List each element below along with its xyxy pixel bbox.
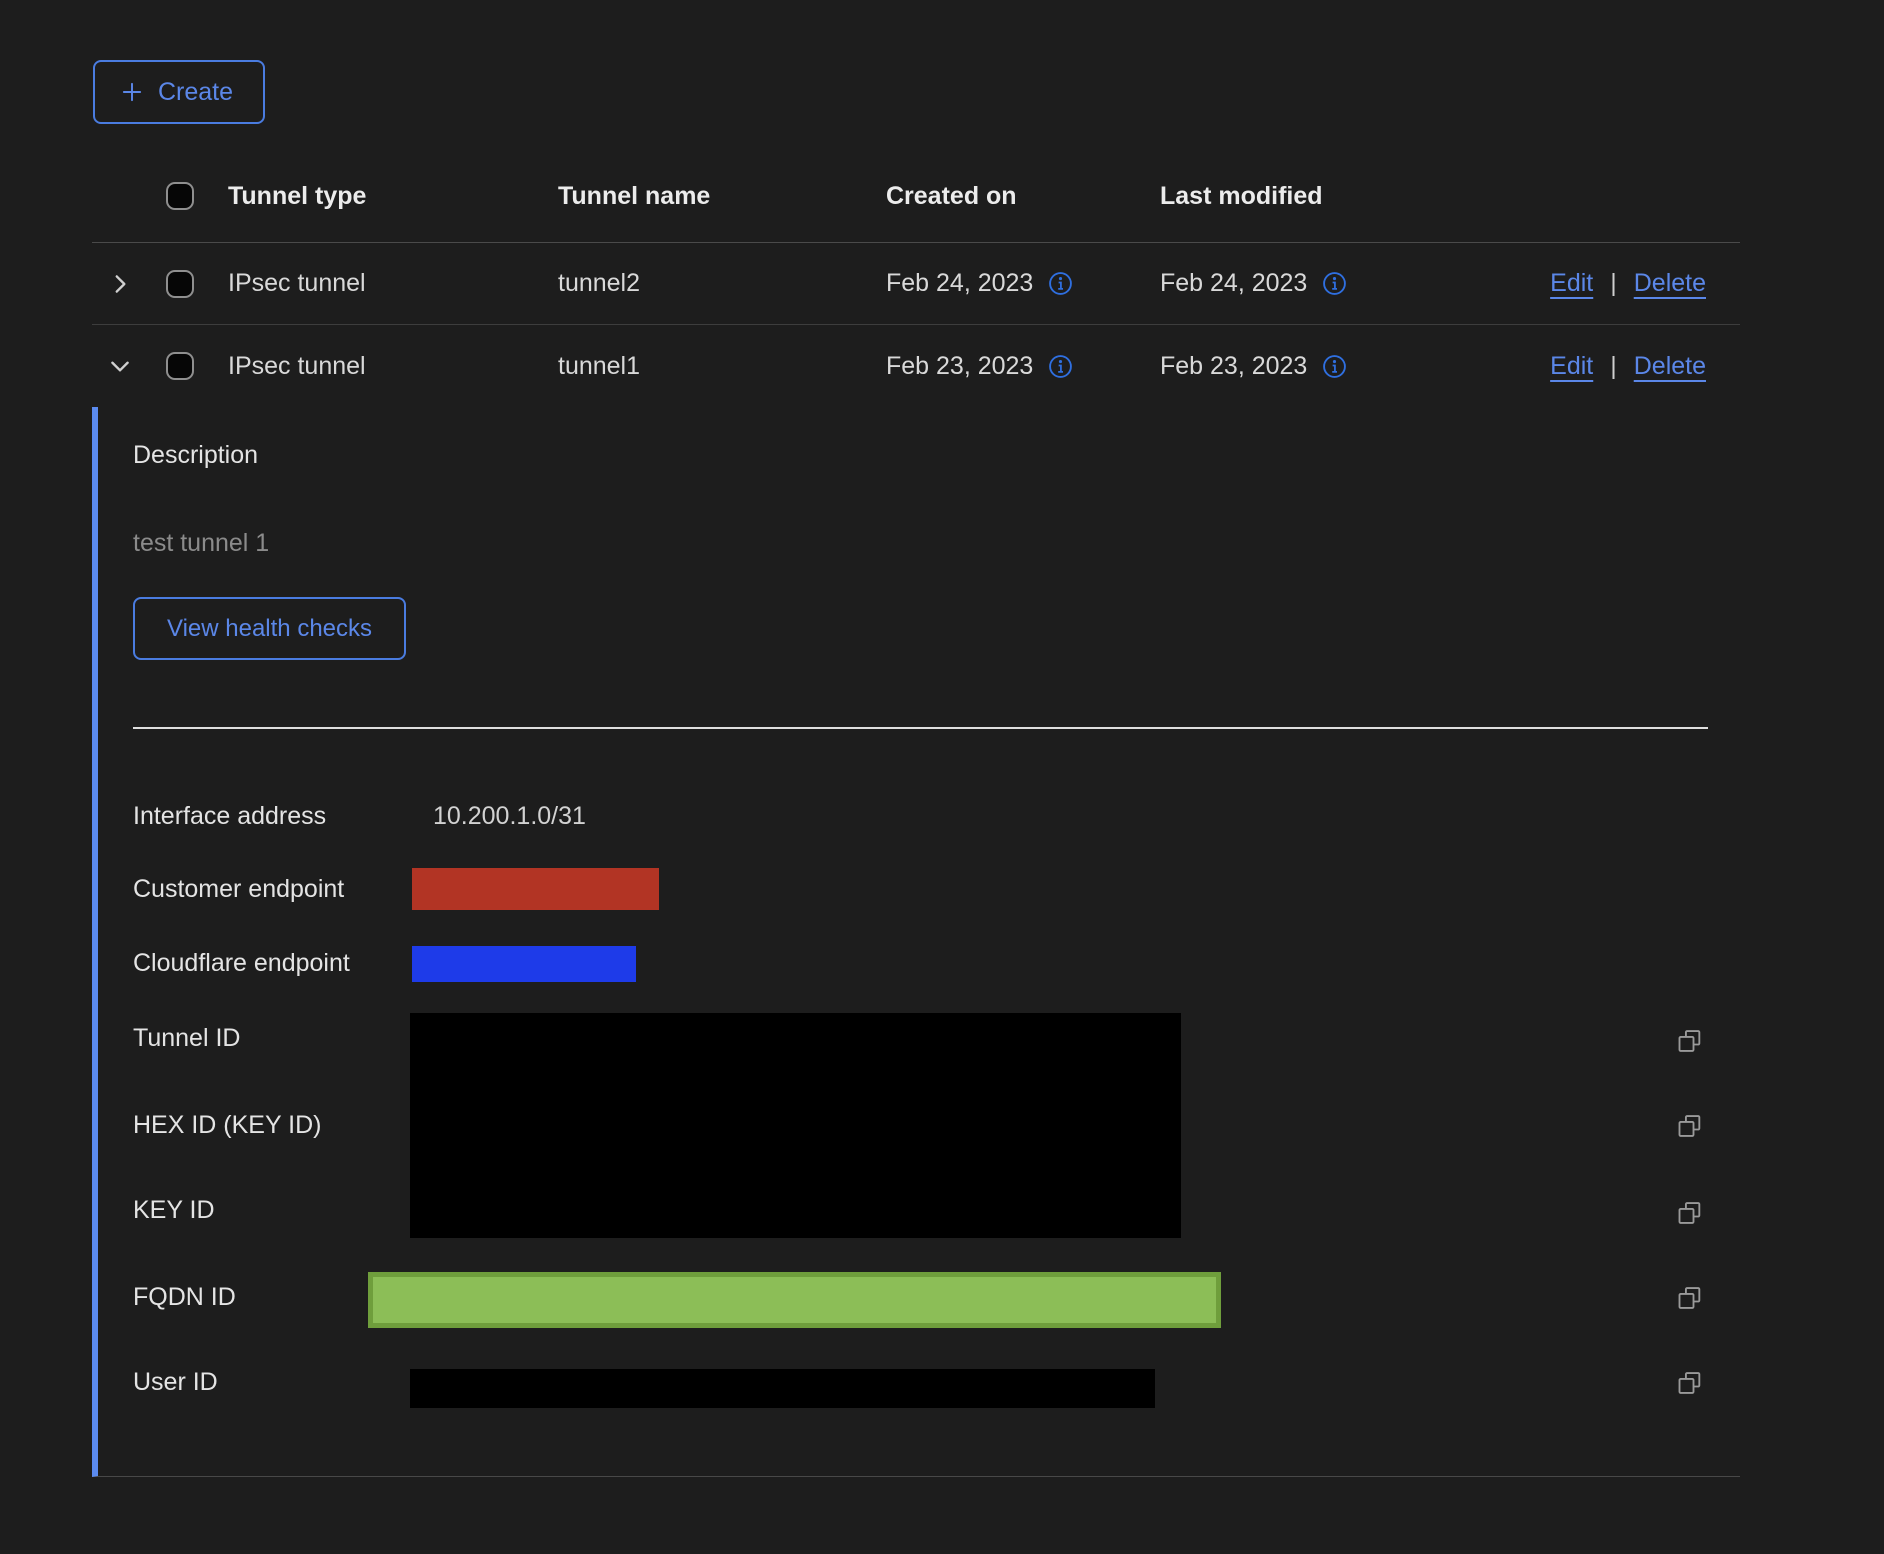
cloudflare-endpoint-label: Cloudflare endpoint [133,946,350,980]
tunnel-type-value: IPsec tunnel [212,269,542,298]
info-icon[interactable] [1048,354,1073,379]
cloudflare-endpoint-redacted-value [412,946,636,982]
edit-link[interactable]: Edit [1550,352,1593,381]
copy-icon[interactable] [1676,1112,1704,1140]
customer-endpoint-label: Customer endpoint [133,872,344,906]
created-on-value: Feb 23, 2023 [886,352,1033,381]
info-icon[interactable] [1048,271,1073,296]
ids-redacted-value [410,1013,1181,1238]
column-header-last-modified: Last modified [1144,182,1464,211]
user-id-redacted-value [410,1369,1155,1408]
create-button-label: Create [158,78,233,107]
column-header-tunnel-type: Tunnel type [212,182,542,211]
copy-icon[interactable] [1676,1027,1704,1055]
action-divider: | [1610,352,1617,381]
select-row-checkbox[interactable] [166,270,194,298]
customer-endpoint-redacted-value [412,868,659,910]
fqdn-id-redacted-value [368,1272,1221,1328]
tunnel-name-value: tunnel1 [542,352,870,381]
interface-address-label: Interface address [133,799,326,833]
delete-link[interactable]: Delete [1634,352,1706,381]
plus-icon [119,79,145,105]
edit-link[interactable]: Edit [1550,269,1593,298]
delete-link[interactable]: Delete [1634,269,1706,298]
key-id-label: KEY ID [133,1193,215,1227]
tunnel-table: Tunnel type Tunnel name Created on Last … [92,150,1740,1477]
view-health-checks-button[interactable]: View health checks [133,597,406,660]
hex-id-label: HEX ID (KEY ID) [133,1108,321,1142]
last-modified-value: Feb 23, 2023 [1160,352,1307,381]
tunnel-name-value: tunnel2 [542,269,870,298]
copy-icon[interactable] [1676,1284,1704,1312]
tunnel-type-value: IPsec tunnel [212,352,542,381]
user-id-label: User ID [133,1365,218,1399]
expanded-tunnel-panel: Description test tunnel 1 View health ch… [92,407,1740,1477]
description-label: Description [133,438,258,472]
last-modified-value: Feb 24, 2023 [1160,269,1307,298]
chevron-right-icon[interactable] [107,271,133,297]
select-row-checkbox[interactable] [166,352,194,380]
created-on-value: Feb 24, 2023 [886,269,1033,298]
table-row: IPsec tunnel tunnel1 Feb 23, 2023 Feb 23… [92,325,1740,407]
section-divider [133,727,1708,729]
fqdn-id-label: FQDN ID [133,1280,236,1314]
table-header-row: Tunnel type Tunnel name Created on Last … [92,150,1740,243]
column-header-tunnel-name: Tunnel name [542,182,870,211]
interface-address-value: 10.200.1.0/31 [433,799,586,833]
copy-icon[interactable] [1676,1369,1704,1397]
create-button[interactable]: Create [93,60,265,124]
chevron-down-icon[interactable] [107,353,133,379]
column-header-created-on: Created on [870,182,1144,211]
table-row: IPsec tunnel tunnel2 Feb 24, 2023 Feb 24… [92,243,1740,325]
info-icon[interactable] [1322,271,1347,296]
action-divider: | [1610,269,1617,298]
description-value: test tunnel 1 [133,526,269,560]
info-icon[interactable] [1322,354,1347,379]
copy-icon[interactable] [1676,1199,1704,1227]
tunnel-id-label: Tunnel ID [133,1021,240,1055]
select-all-checkbox[interactable] [166,182,194,210]
